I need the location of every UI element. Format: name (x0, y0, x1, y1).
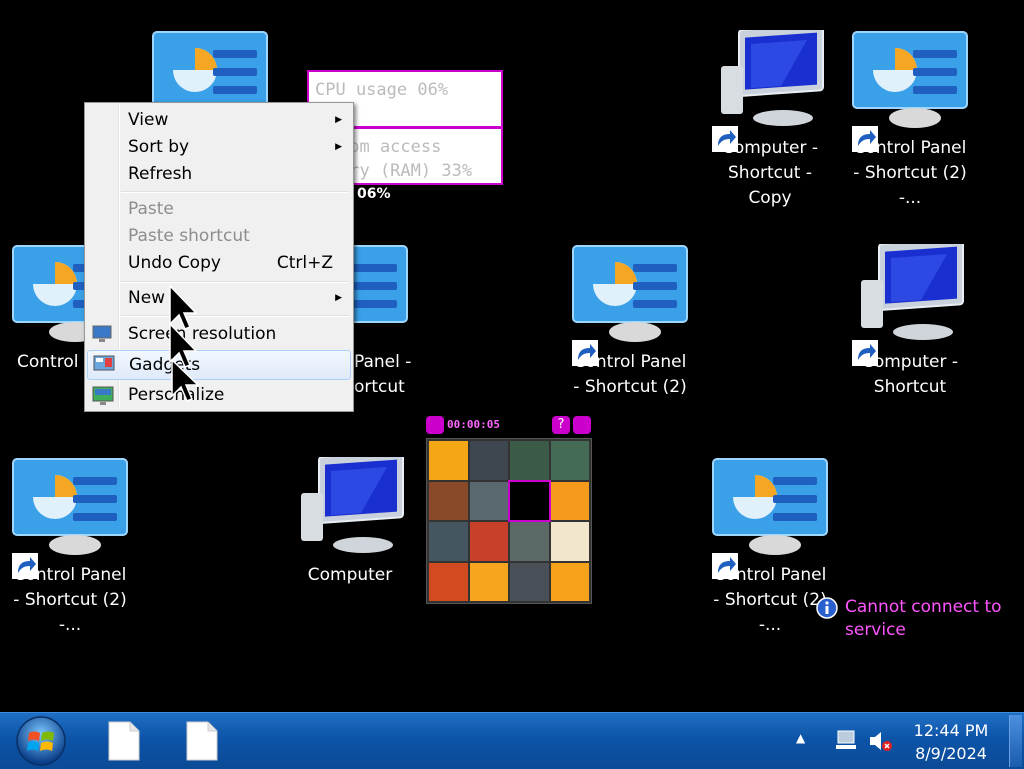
menu-item-label: New (128, 288, 166, 308)
menu-item-label: Paste (128, 199, 174, 219)
shortcut-arrow-icon (712, 553, 738, 579)
menu-item-shortcut: Ctrl+Z (276, 253, 333, 273)
control-panel-icon (852, 31, 968, 128)
menu-item-label: Refresh (128, 164, 193, 184)
menu-item-view[interactable]: View ▶ (87, 107, 351, 133)
menu-item-personalize[interactable]: Personalize (87, 382, 351, 408)
puzzle-tile[interactable] (510, 522, 549, 561)
cpu-usage-label: CPU usage 06% (315, 80, 449, 100)
submenu-arrow-icon: ▶ (335, 115, 342, 125)
puzzle-tile[interactable] (550, 441, 589, 480)
computer-icon (861, 244, 964, 340)
puzzle-tile[interactable] (550, 562, 589, 601)
computer-icon (721, 30, 824, 126)
control-panel-icon (572, 245, 688, 342)
menu-separator (121, 281, 349, 283)
ram-usage-line2: ory (RAM) 33% (339, 161, 473, 181)
menu-item-new[interactable]: New ▶ (87, 285, 351, 311)
screen-resolution-icon (92, 325, 112, 342)
puzzle-menu-icon[interactable] (426, 416, 444, 434)
shortcut-arrow-icon (852, 340, 878, 366)
desktop-icon-label: Panel - ortcut (354, 352, 412, 397)
puzzle-shuffle-icon[interactable] (573, 416, 591, 434)
shortcut-arrow-icon (12, 553, 38, 579)
menu-separator (121, 315, 349, 317)
menu-item-gadgets[interactable]: Gadgets (87, 350, 351, 380)
puzzle-tile[interactable] (469, 522, 508, 561)
show-hidden-icons-icon[interactable]: ▲ (796, 731, 805, 745)
puzzle-toolbar: 00:00:05 ? (426, 416, 592, 436)
shortcut-arrow-icon (572, 340, 598, 366)
puzzle-tile[interactable] (429, 522, 468, 561)
puzzle-tile[interactable] (510, 562, 549, 601)
desktop-icon-computer-shortcut[interactable]: Computer - Shortcut (850, 244, 970, 414)
personalize-icon (92, 386, 114, 405)
control-panel-icon (12, 458, 128, 555)
puzzle-timer: 00:00:05 (447, 418, 500, 431)
desktop-icon-control-panel-shortcut-2c[interactable]: Control Panel - Shortcut (2) -... (710, 457, 830, 635)
desktop-icon-computer-shortcut-copy[interactable]: Computer - Shortcut - Copy (710, 30, 830, 208)
control-panel-icon (712, 458, 828, 555)
puzzle-tile[interactable] (429, 562, 468, 601)
shortcut-arrow-icon (852, 126, 878, 152)
mouse-cursor-icon (169, 284, 200, 402)
puzzle-empty-slot[interactable] (508, 479, 551, 522)
clock-time: 12:44 PM (913, 721, 989, 740)
menu-separator (121, 191, 349, 193)
clock-date: 8/9/2024 (915, 744, 987, 763)
volume-muted-icon[interactable] (868, 729, 894, 753)
menu-item-paste-shortcut[interactable]: Paste shortcut (87, 223, 351, 249)
menu-item-label: Undo Copy (128, 253, 221, 273)
menu-item-undo-copy[interactable]: Undo Copy Ctrl+Z (87, 250, 351, 276)
cpu-percent-overlay: 06% (357, 186, 391, 202)
computer-icon (301, 457, 404, 553)
submenu-arrow-icon: ▶ (335, 142, 342, 152)
puzzle-tile[interactable] (510, 441, 549, 480)
desktop-icon-control-panel-shortcut-2b[interactable]: Control Panel - Shortcut (2) -... (10, 457, 130, 635)
menu-item-sort-by[interactable]: Sort by ▶ (87, 134, 351, 160)
desktop-icon-computer[interactable]: Computer (290, 457, 410, 627)
menu-item-screen-resolution[interactable]: Screen resolution (87, 321, 351, 347)
puzzle-gadget: 00:00:05 ? (426, 416, 592, 606)
info-icon (816, 597, 838, 619)
show-desktop-button[interactable] (1009, 715, 1022, 767)
puzzle-tile[interactable] (469, 441, 508, 480)
puzzle-tile[interactable] (429, 441, 468, 480)
desktop-icon-control-panel-shortcut-2[interactable]: Control Panel - Shortcut (2) (570, 244, 690, 414)
gadgets-icon (93, 355, 115, 371)
start-button[interactable] (14, 715, 68, 767)
taskbar-document-icon[interactable] (186, 721, 218, 761)
puzzle-tile[interactable] (429, 481, 468, 520)
puzzle-help-icon[interactable]: ? (552, 416, 570, 434)
taskbar: ▲ 12:44 PM 8/9/2024 (0, 712, 1024, 769)
puzzle-tile[interactable] (550, 481, 589, 520)
shortcut-arrow-icon (712, 126, 738, 152)
submenu-arrow-icon: ▶ (335, 293, 342, 303)
menu-item-label: View (128, 110, 169, 130)
puzzle-grid (426, 438, 592, 604)
puzzle-tile[interactable] (469, 562, 508, 601)
ram-usage-line1: dom access (339, 137, 442, 157)
menu-item-paste[interactable]: Paste (87, 196, 351, 222)
puzzle-tile[interactable] (469, 481, 508, 520)
desktop-icon-label: Computer (307, 565, 393, 585)
taskbar-clock[interactable]: 12:44 PM 8/9/2024 (908, 719, 994, 765)
notice-text: Cannot connect to service (845, 597, 1002, 640)
menu-item-refresh[interactable]: Refresh (87, 161, 351, 187)
puzzle-tile[interactable] (550, 522, 589, 561)
desktop-icon-control-panel-shortcut-2a[interactable]: Control Panel - Shortcut (2) -... (850, 30, 970, 208)
desktop-context-menu: View ▶ Sort by ▶ Refresh Paste Paste sho… (84, 102, 354, 412)
taskbar-document-icon[interactable] (108, 721, 140, 761)
menu-item-label: Paste shortcut (128, 226, 250, 246)
menu-item-label: Sort by (128, 137, 190, 157)
network-icon[interactable] (834, 729, 858, 751)
